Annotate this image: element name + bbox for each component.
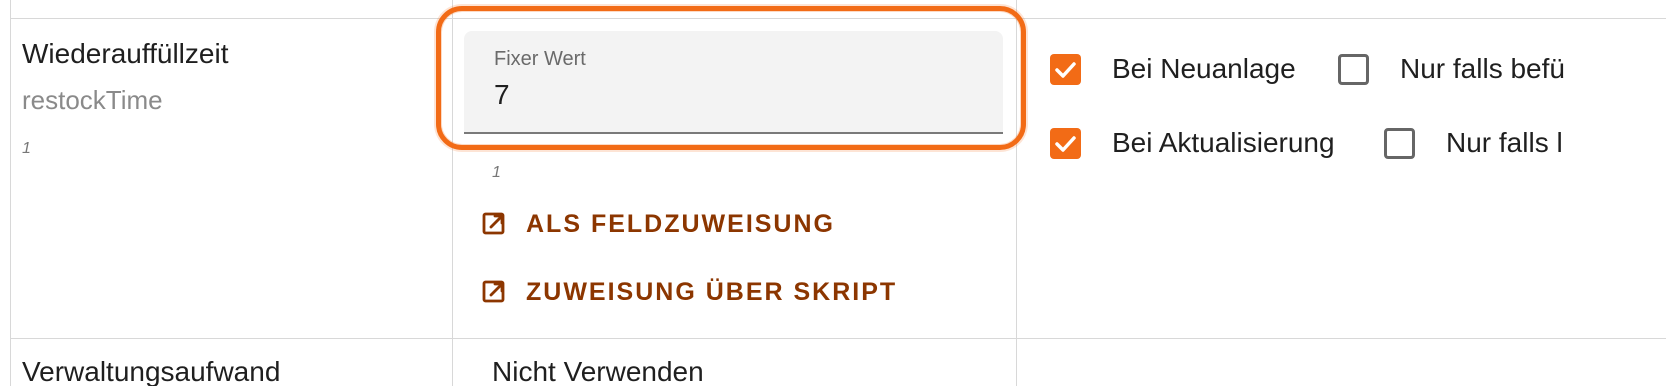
new-record-label: Bei Neuanlage [1112, 53, 1296, 84]
update-record-label: Bei Aktualisierung [1112, 127, 1335, 158]
next-row-value: Nicht Verwenden [492, 352, 792, 386]
next-row-value-text: Nicht Verwenden [492, 356, 704, 386]
field-mapping-row: Wiederauffüllzeit restockTime 1 Fixer We… [0, 0, 1666, 386]
table-left-border [10, 0, 11, 386]
only-if-filled-label-row1: Nur falls befü [1400, 53, 1565, 84]
field-assignment-label: ALS FELDZUWEISUNG [526, 209, 835, 238]
fixed-value-input[interactable]: Fixer Wert 7 [464, 31, 1003, 134]
fixed-value-label: Fixer Wert [494, 48, 586, 70]
open-in-new-icon [480, 278, 508, 306]
update-record-checkbox[interactable] [1050, 128, 1081, 159]
field-assignment-button[interactable]: ALS FELDZUWEISUNG [480, 206, 835, 242]
only-if-filled-label-row2: Nur falls l [1446, 127, 1563, 158]
fixed-value-text[interactable]: 7 [494, 79, 510, 111]
row-bottom-divider [10, 338, 1666, 339]
row-top-divider [10, 18, 1666, 19]
field-label: Wiederauffüllzeit [22, 38, 229, 69]
input-count: 1 [492, 164, 501, 181]
next-row-label-text: Verwaltungsaufwand [22, 356, 281, 386]
next-row-label: Verwaltungsaufwand [22, 352, 382, 386]
checkmark-icon [1055, 136, 1076, 152]
script-assignment-button[interactable]: ZUWEISUNG ÜBER SKRIPT [480, 274, 897, 310]
only-if-filled-checkbox-row2[interactable] [1384, 128, 1415, 159]
field-key: restockTime [22, 85, 163, 115]
script-assignment-label: ZUWEISUNG ÜBER SKRIPT [526, 277, 898, 306]
only-if-filled-checkbox-row1[interactable] [1338, 54, 1369, 85]
new-record-checkbox[interactable] [1050, 54, 1081, 85]
checkmark-icon [1055, 62, 1076, 78]
column-divider-1 [452, 0, 453, 386]
column-divider-2 [1016, 0, 1017, 386]
field-count: 1 [22, 140, 31, 157]
open-in-new-icon [480, 210, 508, 238]
